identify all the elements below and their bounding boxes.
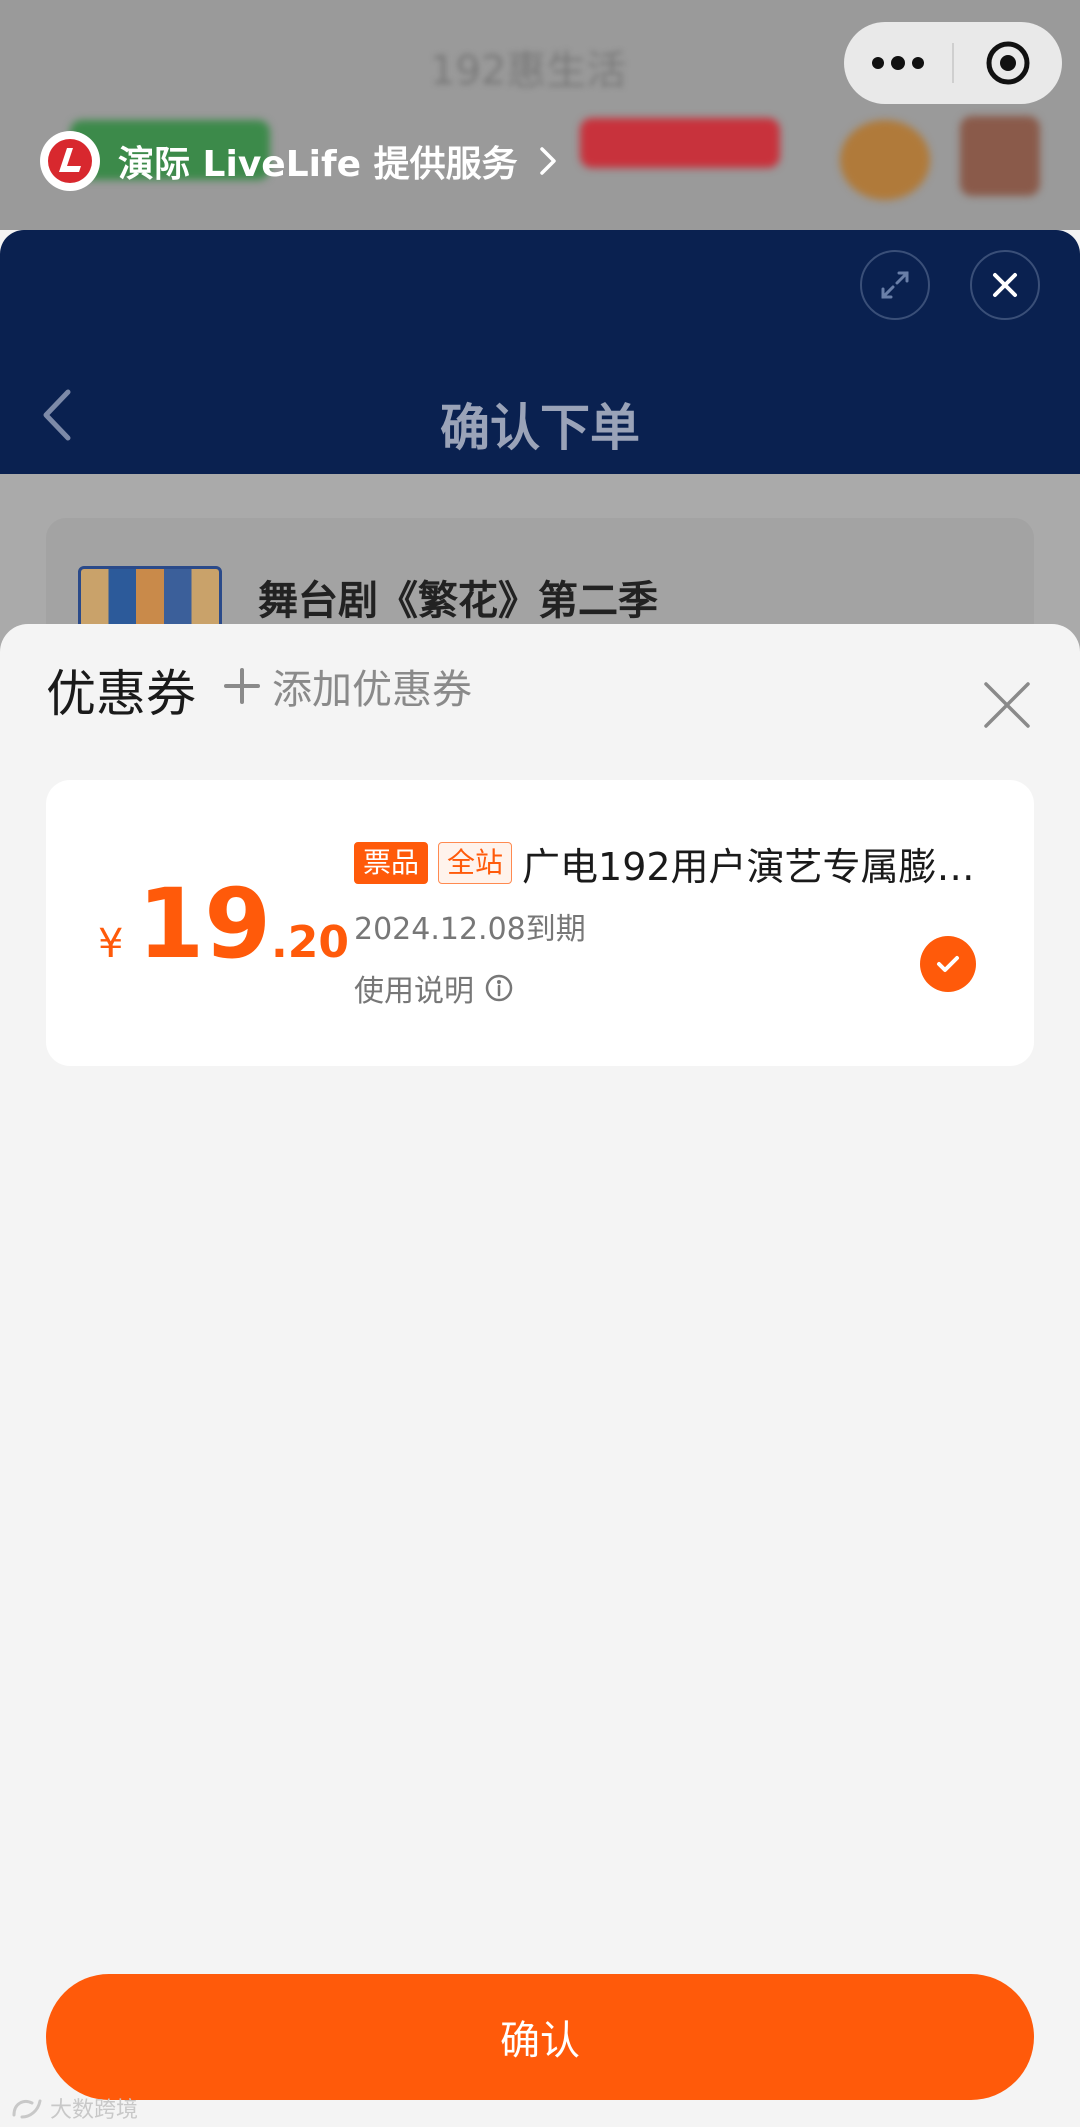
amount-decimal: .20 [271, 917, 349, 968]
provider-link[interactable]: 演际 LiveLife 提供服务 [40, 130, 568, 192]
close-icon [993, 273, 1017, 297]
usage-label: 使用说明 [354, 974, 474, 1009]
coupon-info: 票品 全站 广电192用户演艺专属膨… 2024.12.08到期 使用说明 [354, 838, 994, 1010]
watermark-logo-icon [12, 2099, 42, 2119]
coupon-amount: ¥ 19 .20 [98, 876, 349, 972]
miniprogram-close-button[interactable] [954, 22, 1062, 104]
background-header: 192惠生活 演际 LiveLife 提供服务 [0, 0, 1080, 230]
coupon-name: 广电192用户演艺专属膨… [522, 844, 975, 889]
usage-instructions-link[interactable]: 使用说明 [354, 966, 994, 1010]
sheet-close-icon[interactable] [980, 678, 1034, 732]
coupon-expiry: 2024.12.08到期 [354, 912, 586, 947]
coupon-sheet: 优惠券 添加优惠券 ¥ 19 .20 票品 全站 广电192用户演艺专属膨… 2… [0, 624, 1080, 2127]
blurred-food-image [960, 116, 1040, 196]
tag-sitewide: 全站 [438, 842, 513, 884]
add-coupon-button[interactable]: 添加优惠券 [222, 654, 472, 718]
watermark: 大数跨境 [10, 2092, 138, 2124]
provider-label: 演际 LiveLife 提供服务 [118, 144, 518, 185]
header-close-button[interactable] [970, 250, 1040, 320]
watermark-text: 大数跨境 [50, 2098, 139, 2123]
blurred-banner-red [580, 118, 780, 168]
more-button[interactable] [844, 22, 952, 104]
livelife-logo-icon [40, 131, 100, 191]
info-icon [485, 974, 513, 1002]
coupon-card[interactable]: ¥ 19 .20 票品 全站 广电192用户演艺专属膨… 2024.12.08到… [46, 780, 1034, 1066]
tag-ticket: 票品 [354, 842, 429, 884]
sheet-title: 优惠券 [46, 665, 196, 723]
miniprogram-capsule [844, 22, 1062, 104]
show-title: 舞台剧《繁花》第二季 [258, 578, 658, 624]
currency-symbol: ¥ [98, 921, 124, 967]
amount-integer: 19 [137, 868, 272, 980]
blurred-title: 192惠生活 [430, 48, 627, 94]
more-dots-icon [872, 56, 924, 70]
selected-check-icon[interactable] [920, 936, 976, 992]
plus-icon [224, 668, 260, 704]
order-header: 确认下单 [0, 230, 1080, 474]
page-title: 确认下单 [440, 399, 640, 457]
coupon-head: 票品 全站 广电192用户演艺专属膨… [354, 838, 994, 889]
blurred-food-image [840, 120, 930, 200]
chevron-right-icon [539, 147, 556, 175]
expand-button[interactable] [860, 250, 930, 320]
confirm-button[interactable]: 确认 [46, 1974, 1034, 2100]
expand-icon [881, 271, 909, 299]
target-close-icon [986, 41, 1030, 85]
add-coupon-label: 添加优惠券 [272, 667, 472, 713]
